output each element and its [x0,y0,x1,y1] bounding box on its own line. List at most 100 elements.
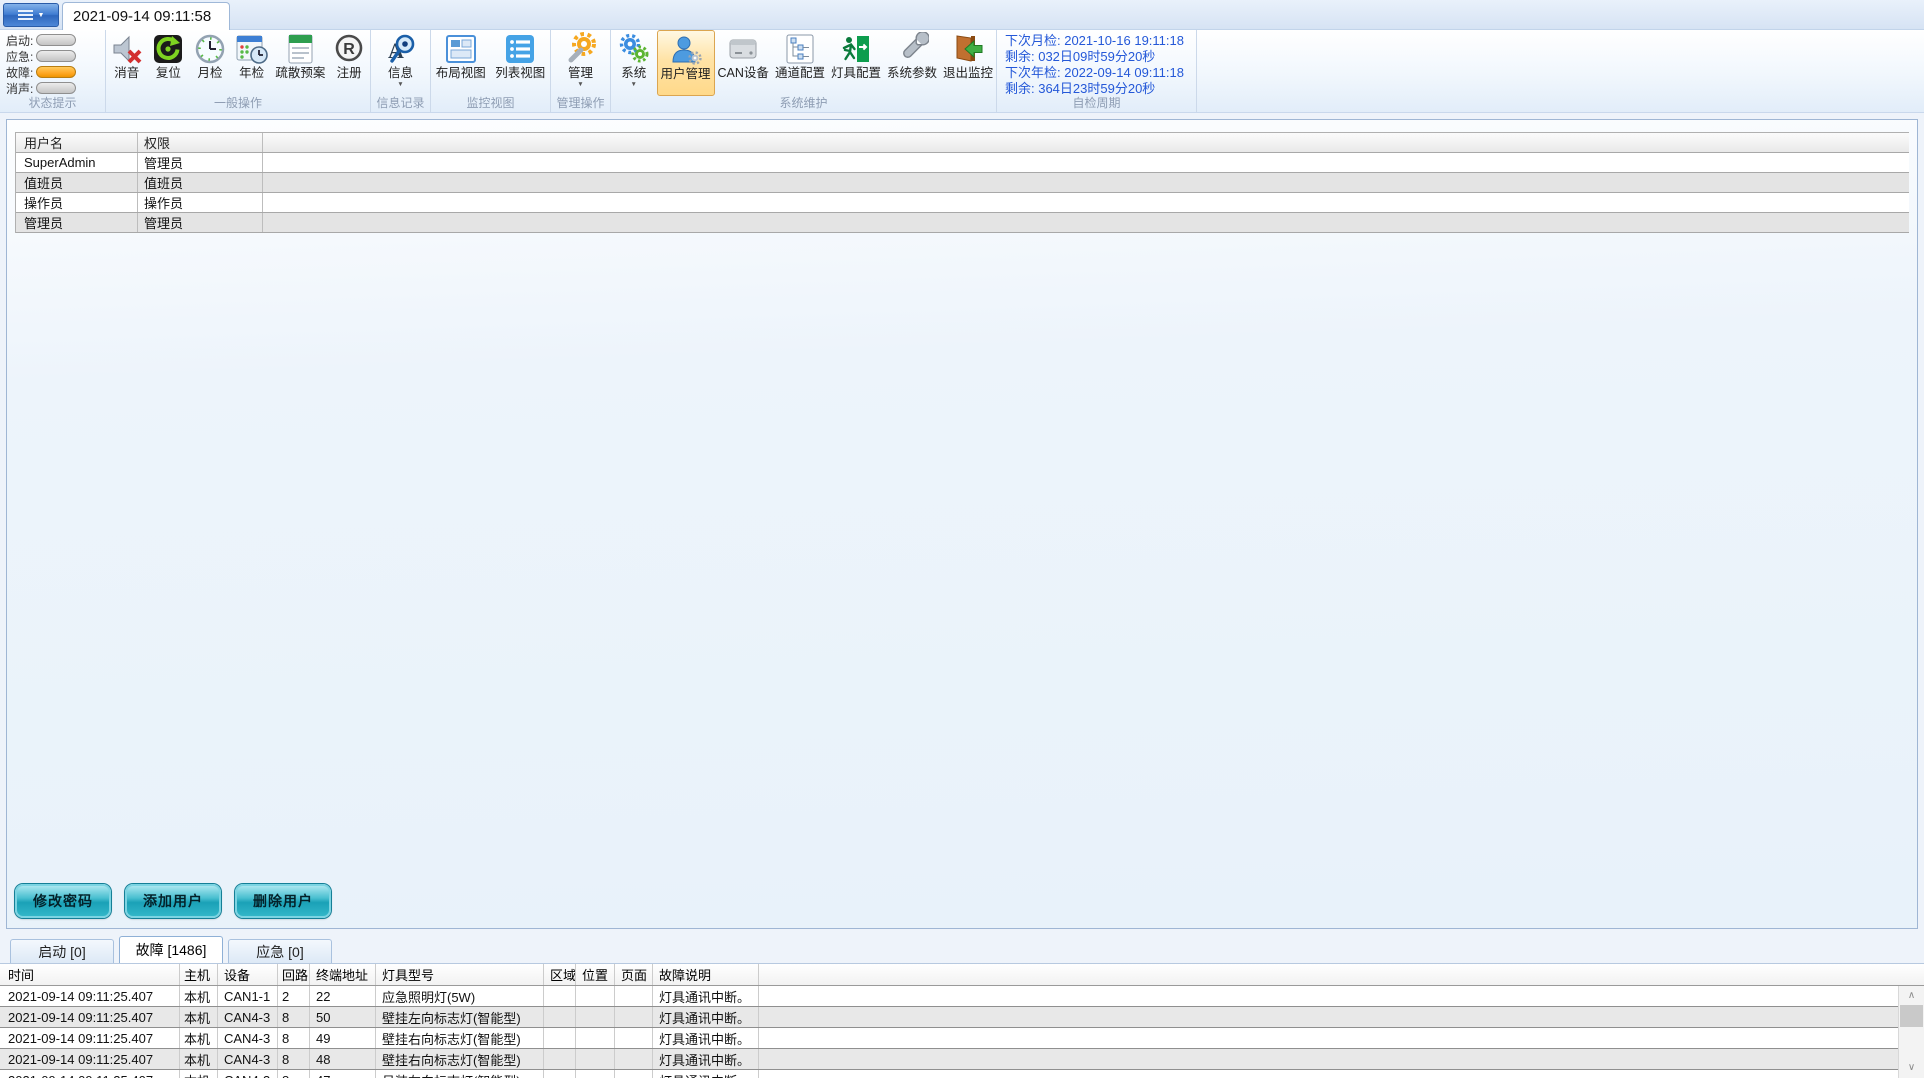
change-password-button[interactable]: 修改密码 [15,884,111,918]
user-gear-icon [669,33,703,67]
col-username[interactable]: 用户名 [16,133,138,152]
exit-man-icon [839,32,873,66]
scrollbar-thumb[interactable] [1900,1005,1923,1027]
status-fault-label: 故障: [6,64,33,81]
chevron-down-icon: ▼ [631,81,637,88]
col-host[interactable]: 主机 [180,964,218,985]
col-terminal[interactable]: 终端地址 [310,964,376,985]
list-view-icon [503,32,537,66]
add-user-button[interactable]: 添加用户 [125,884,221,918]
group-manage: 管理 ▼ 管理操作 [551,30,611,112]
channel-config-button[interactable]: 通道配置 [772,30,828,96]
scroll-up-icon[interactable]: ∧ [1899,988,1924,1004]
user-row[interactable]: SuperAdmin 管理员 [16,153,1909,173]
col-loop[interactable]: 回路 [278,964,310,985]
manage-gear-wrench-icon [564,32,598,66]
ribbon-filler [1197,30,1924,112]
speaker-mute-icon [110,32,144,66]
evacuation-plan-icon [283,32,317,66]
reset-icon [151,32,185,66]
list-view-button[interactable]: 列表视图 [491,30,551,96]
menu-icon [18,10,33,20]
user-actions: 修改密码 添加用户 删除用户 [15,884,331,918]
vertical-scrollbar[interactable]: ∧ ∨ [1898,986,1924,1078]
fault-indicator [36,66,76,78]
status-emergency: 应急: [6,48,105,64]
fault-log-table: 时间 主机 设备 回路 终端地址 灯具型号 区域 位置 页面 故障说明 2021… [0,963,1924,1078]
status-mute-label: 消声: [6,80,33,97]
next-monthly-check: 下次月检: 2021-10-16 19:11:18 [1005,33,1196,49]
user-row[interactable]: 管理员 管理员 [16,213,1909,233]
user-table-header: 用户名 权限 [16,132,1909,153]
annual-check-calendar-icon [235,32,269,66]
log-tabs: 启动 [0] 故障 [1486] 应急 [0] [10,936,332,963]
delete-user-button[interactable]: 删除用户 [235,884,331,918]
evacuation-plan-button[interactable]: 疏散预案 [272,30,328,96]
status-emergency-label: 应急: [6,48,33,65]
group-caption-info: 信息记录 [371,96,430,112]
user-management-panel: 用户名 权限 SuperAdmin 管理员 值班员 值班员 操作员 操作员 管理… [6,119,1918,929]
title-bar: ▼ 2021-09-14 09:11:58 [0,0,1924,30]
system-gears-icon [617,32,651,66]
status-start-label: 启动: [6,32,33,49]
window-title-tab[interactable]: 2021-09-14 09:11:58 [62,2,230,30]
col-position[interactable]: 位置 [576,964,615,985]
col-lamp-model[interactable]: 灯具型号 [376,964,544,985]
col-area[interactable]: 区域 [544,964,576,985]
system-dropdown-button[interactable]: 系统 ▼ [611,30,657,96]
register-button[interactable]: R 注册 [328,30,370,96]
group-info: A 信息 ▼ 信息记录 [371,30,431,112]
group-caption-general: 一般操作 [106,96,370,112]
tab-emergency[interactable]: 应急 [0] [228,939,332,963]
layout-view-button[interactable]: 布局视图 [431,30,491,96]
reset-button[interactable]: 复位 [148,30,190,96]
group-status: 启动: 应急: 故障: 消声: 状态提示 [0,30,106,112]
app-menu-button[interactable]: ▼ [3,3,59,27]
annual-check-button[interactable]: 年检 [231,30,273,96]
mute-indicator [36,82,76,94]
scroll-down-icon[interactable]: ∨ [1899,1060,1924,1076]
fault-row[interactable]: 2021-09-14 09:11:25.407 本机 CAN1-1 2 22 应… [0,986,1924,1007]
svg-text:R: R [343,41,355,58]
info-dropdown-button[interactable]: A 信息 ▼ [371,30,430,96]
tab-fault[interactable]: 故障 [1486] [119,936,223,963]
status-start: 启动: [6,32,105,48]
chevron-down-icon: ▼ [38,12,45,19]
user-row[interactable]: 操作员 操作员 [16,193,1909,213]
lamp-config-button[interactable]: 灯具配置 [828,30,884,96]
fault-row[interactable]: 2021-09-14 09:11:25.407 本机 CAN4-3 8 48 壁… [0,1049,1924,1070]
system-params-button[interactable]: 系统参数 [884,30,940,96]
col-fault-desc[interactable]: 故障说明 [653,964,759,985]
fault-row[interactable]: 2021-09-14 09:11:25.407 本机 CAN4-3 8 47 吊… [0,1070,1924,1078]
emergency-indicator [36,50,76,62]
mute-button[interactable]: 消音 [106,30,148,96]
fault-row[interactable]: 2021-09-14 09:11:25.407 本机 CAN4-3 8 49 壁… [0,1028,1924,1049]
next-annual-check: 下次年检: 2022-09-14 09:11:18 [1005,65,1196,81]
ribbon-toolbar: 启动: 应急: 故障: 消声: 状态提示 消音 [0,30,1924,113]
group-caption-selfcheck: 自检周期 [997,96,1196,112]
status-mute: 消声: [6,80,105,96]
tab-start[interactable]: 启动 [0] [10,939,114,963]
monthly-check-button[interactable]: 月检 [189,30,231,96]
can-device-button[interactable]: CAN设备 [715,30,772,96]
monthly-remaining: 剩余: 032日09时59分20秒 [1005,49,1196,65]
col-page[interactable]: 页面 [615,964,653,985]
info-search-icon: A [384,32,418,66]
status-fault: 故障: [6,64,105,80]
col-time[interactable]: 时间 [0,964,180,985]
fault-row[interactable]: 2021-09-14 09:11:25.407 本机 CAN4-3 8 50 壁… [0,1007,1924,1028]
group-caption-manage: 管理操作 [551,96,610,112]
registered-mark-icon: R [332,32,366,66]
window-title: 2021-09-14 09:11:58 [73,8,211,25]
group-caption-view: 监控视图 [431,96,550,112]
exit-door-icon [951,32,985,66]
exit-monitor-button[interactable]: 退出监控 [940,30,996,96]
user-row[interactable]: 值班员 值班员 [16,173,1909,193]
group-caption-maintain: 系统维护 [611,96,996,112]
manage-dropdown-button[interactable]: 管理 ▼ [551,30,610,96]
fault-log-header: 时间 主机 设备 回路 终端地址 灯具型号 区域 位置 页面 故障说明 [0,964,1924,986]
wrench-icon [895,32,929,66]
col-device[interactable]: 设备 [218,964,278,985]
col-role[interactable]: 权限 [138,133,263,152]
user-manage-button[interactable]: 用户管理 [657,30,715,96]
